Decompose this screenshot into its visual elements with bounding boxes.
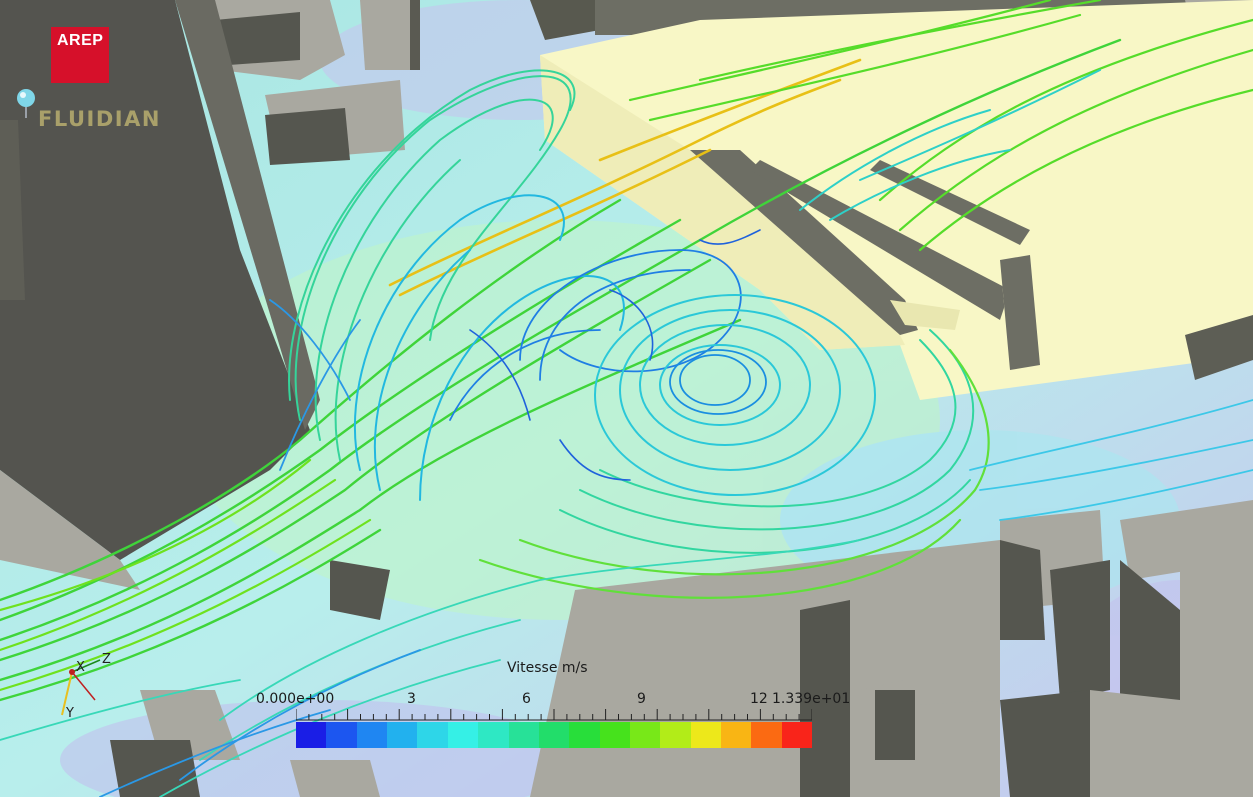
legend-swatch-8 [538,722,570,748]
legend-tick-rule [296,709,812,721]
legend-swatch-7 [508,722,539,748]
fluidian-logo: FLUIDIAN [14,88,184,132]
velocity-color-legend: Vitesse m/s 0.000e+00 3 6 9 12 1.339e+01 [250,655,870,755]
orientation-axes: X Z Y [56,648,126,728]
legend-swatch-15 [751,722,782,748]
legend-swatch-1 [326,722,357,748]
fluidian-logo-text: FLUIDIAN [38,107,161,131]
legend-swatch-11 [629,722,661,748]
axis-z-label: Z [102,652,111,667]
legend-swatch-10 [599,722,630,748]
legend-color-ramp [296,722,813,748]
legend-title: Vitesse m/s [507,660,588,676]
legend-tick-9: 9 [637,691,646,707]
legend-swatch-5 [447,722,479,748]
legend-swatch-4 [417,722,448,748]
legend-tick-6: 6 [522,691,531,707]
legend-swatch-14 [721,722,752,748]
legend-swatch-12 [660,722,691,748]
legend-swatch-13 [690,722,722,748]
arep-logo-text: AREP [57,32,104,49]
legend-swatch-9 [569,722,600,748]
legend-swatch-2 [356,722,388,748]
legend-tick-12: 12 [750,691,768,707]
legend-swatch-6 [478,722,509,748]
legend-swatch-3 [387,722,418,748]
legend-swatch-0 [296,722,327,748]
axis-y-label: Y [66,706,74,721]
arep-logo: AREP [51,27,109,83]
legend-tick-3: 3 [407,691,416,707]
axis-x-label: X [76,660,85,675]
legend-max-label: 1.339e+01 [772,691,851,707]
legend-swatch-16 [781,722,813,748]
fluidian-drop-icon [17,89,35,118]
legend-min-label: 0.000e+00 [256,691,335,707]
